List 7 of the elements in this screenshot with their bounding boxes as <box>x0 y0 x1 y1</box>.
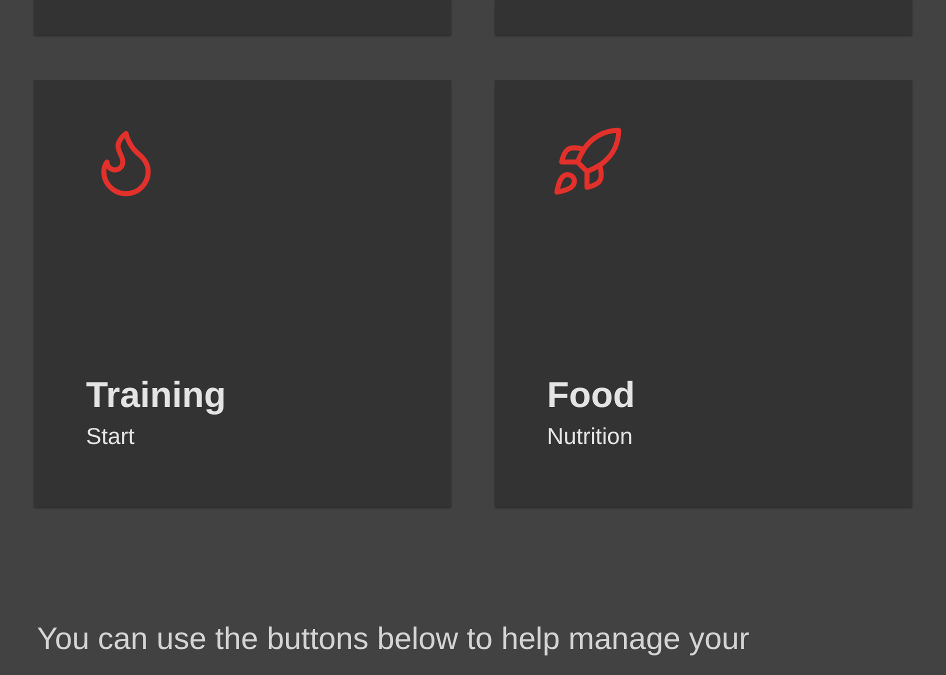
card-title: Food <box>547 373 636 417</box>
card-subtitle: Start <box>86 422 136 451</box>
intro-text: You can use the buttons below to help manage your <box>37 620 750 658</box>
card-subtitle: Nutrition <box>547 422 634 451</box>
menu-card[interactable]: Training Start <box>34 80 451 507</box>
card-title: Training <box>86 373 228 417</box>
menu-card[interactable]: Food Nutrition <box>495 80 912 507</box>
